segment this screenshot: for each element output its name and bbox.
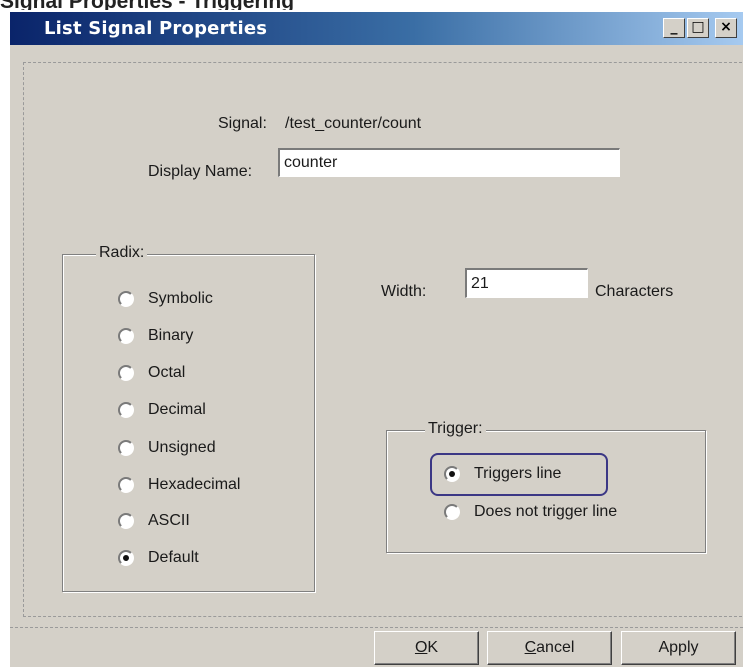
radio-button[interactable] <box>118 440 134 456</box>
radix-option-label: ASCII <box>148 512 190 529</box>
trigger-option-label: Does not trigger line <box>474 503 618 520</box>
radio-button[interactable] <box>118 291 134 307</box>
selection-highlight <box>430 453 608 496</box>
maximize-button[interactable]: □ <box>687 18 709 38</box>
radix-group: Radix: Symbolic Binary Octal Decimal Uns… <box>62 244 315 592</box>
maximize-icon: □ <box>691 19 705 35</box>
cancel-button[interactable]: Cancel <box>487 631 612 665</box>
signal-label: Signal: <box>218 115 267 132</box>
title-bar[interactable]: List Signal Properties _ □ × <box>10 12 743 45</box>
radio-button[interactable] <box>444 504 460 520</box>
radix-option-label: Unsigned <box>148 439 216 456</box>
display-name-label: Display Name: <box>148 163 253 180</box>
radix-option-label: Octal <box>148 364 186 381</box>
apply-label: Apply <box>658 639 699 656</box>
radix-option-label: Binary <box>148 327 194 344</box>
display-name-input[interactable] <box>278 148 620 177</box>
width-suffix: Characters <box>595 283 674 300</box>
cancel-accelerator: C <box>524 639 537 656</box>
width-input[interactable] <box>465 268 588 298</box>
button-separator <box>10 627 743 628</box>
minimize-icon: _ <box>670 19 678 35</box>
minimize-button[interactable]: _ <box>663 18 685 38</box>
close-button[interactable]: × <box>715 18 737 38</box>
radix-option-label: Default <box>148 549 199 566</box>
radix-legend: Radix: <box>96 244 148 262</box>
list-signal-properties-dialog: List Signal Properties _ □ × Signal: /te… <box>10 12 743 667</box>
ok-label: K <box>427 639 439 656</box>
close-icon: × <box>720 19 732 35</box>
radio-button[interactable] <box>118 513 134 529</box>
page-heading: Signal Properties - Triggering <box>0 0 743 10</box>
cancel-label: ancel <box>536 639 575 656</box>
width-label: Width: <box>381 283 427 300</box>
radix-option-label: Hexadecimal <box>148 476 241 493</box>
radio-button[interactable] <box>118 365 134 381</box>
window-title: List Signal Properties <box>44 18 268 39</box>
radio-button[interactable] <box>118 328 134 344</box>
radio-button[interactable] <box>118 402 134 418</box>
apply-button[interactable]: Apply <box>621 631 736 665</box>
ok-accelerator: O <box>414 639 428 656</box>
ok-button[interactable]: OK <box>374 631 479 665</box>
radio-button[interactable] <box>118 477 134 493</box>
signal-value: /test_counter/count <box>285 115 422 132</box>
radio-button-selected[interactable] <box>118 550 134 566</box>
trigger-legend: Trigger: <box>425 420 486 438</box>
radix-option-label: Symbolic <box>148 290 213 307</box>
radix-option-label: Decimal <box>148 401 206 418</box>
